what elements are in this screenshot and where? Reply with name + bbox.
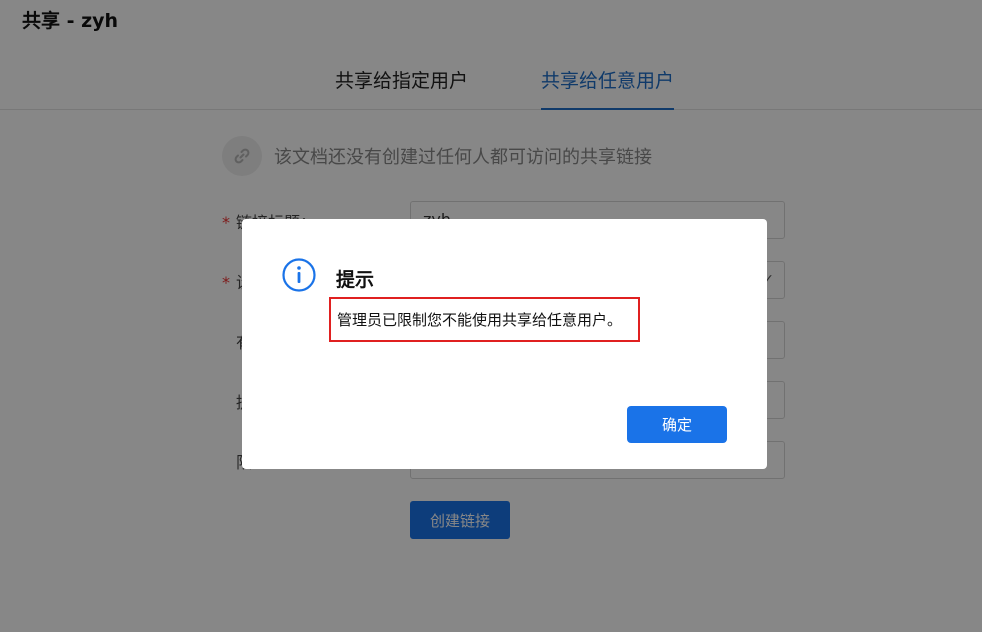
info-icon — [282, 258, 316, 292]
dialog-message-highlight: 管理员已限制您不能使用共享给任意用户。 — [329, 297, 640, 342]
dialog-title: 提示 — [336, 269, 375, 291]
ok-button[interactable]: 确定 — [627, 406, 727, 443]
dialog-message: 管理员已限制您不能使用共享给任意用户。 — [337, 311, 623, 329]
alert-dialog: 提示 管理员已限制您不能使用共享给任意用户。 确定 — [242, 219, 767, 469]
